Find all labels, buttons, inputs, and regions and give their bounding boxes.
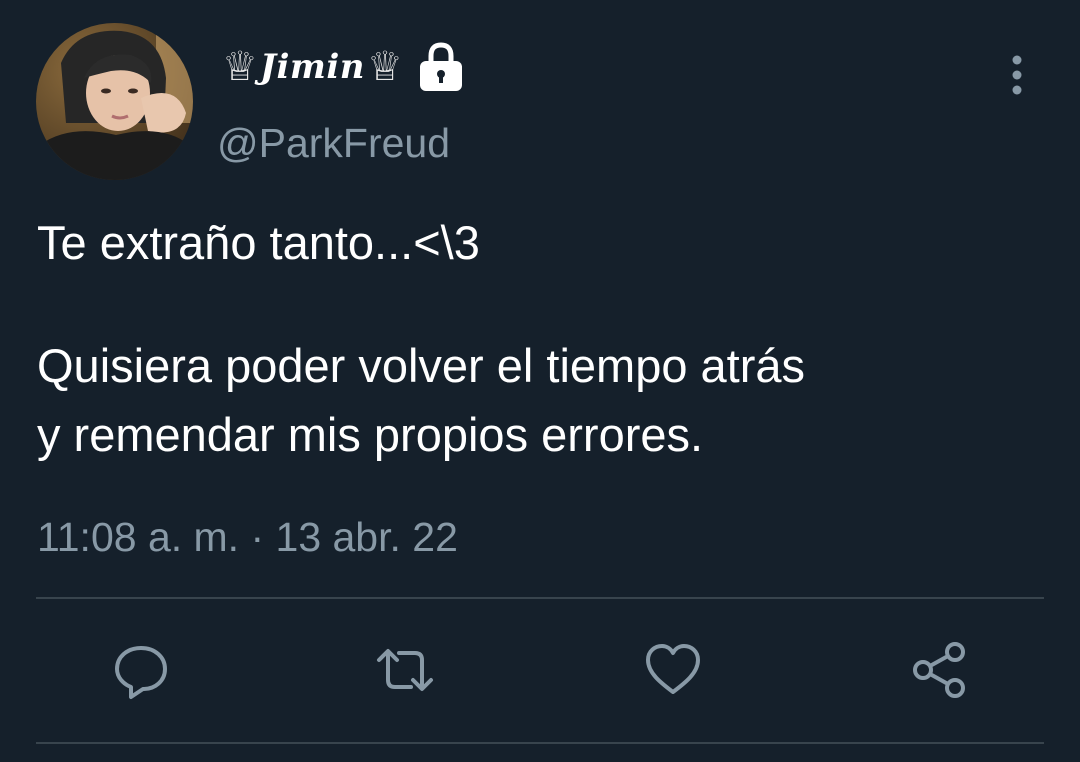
reply-icon[interactable] bbox=[111, 640, 171, 700]
crown-prefix-glyph: ♕ bbox=[222, 44, 258, 90]
divider-bottom bbox=[36, 742, 1044, 744]
avatar-image bbox=[36, 23, 193, 180]
share-icon[interactable] bbox=[909, 640, 969, 700]
author-name-row[interactable]: ♕ Jimin ♕ bbox=[222, 38, 465, 96]
heart-icon[interactable] bbox=[643, 640, 703, 700]
author-handle[interactable]: @ParkFreud bbox=[217, 120, 450, 167]
tweet-timestamp[interactable]: 11:08 a. m. · 13 abr. 22 bbox=[37, 514, 458, 561]
divider bbox=[36, 597, 1044, 599]
avatar[interactable] bbox=[36, 23, 193, 180]
tweet-text-line-1: Te extraño tanto...<\3 bbox=[37, 216, 480, 269]
tweet-text-line-2: Quisiera poder volver el tiempo atrás bbox=[37, 339, 806, 392]
display-name: Jimin bbox=[259, 47, 365, 87]
retweet-icon[interactable] bbox=[375, 640, 435, 700]
crown-suffix-glyph: ♕ bbox=[366, 44, 403, 90]
lock-icon bbox=[417, 41, 465, 93]
tweet-text-line-3: y remendar mis propios errores. bbox=[37, 408, 704, 461]
more-vertical-icon[interactable] bbox=[1003, 55, 1031, 97]
tweet-card: ♕ Jimin ♕ @ParkFreud Te extraño tanto...… bbox=[0, 0, 1080, 762]
